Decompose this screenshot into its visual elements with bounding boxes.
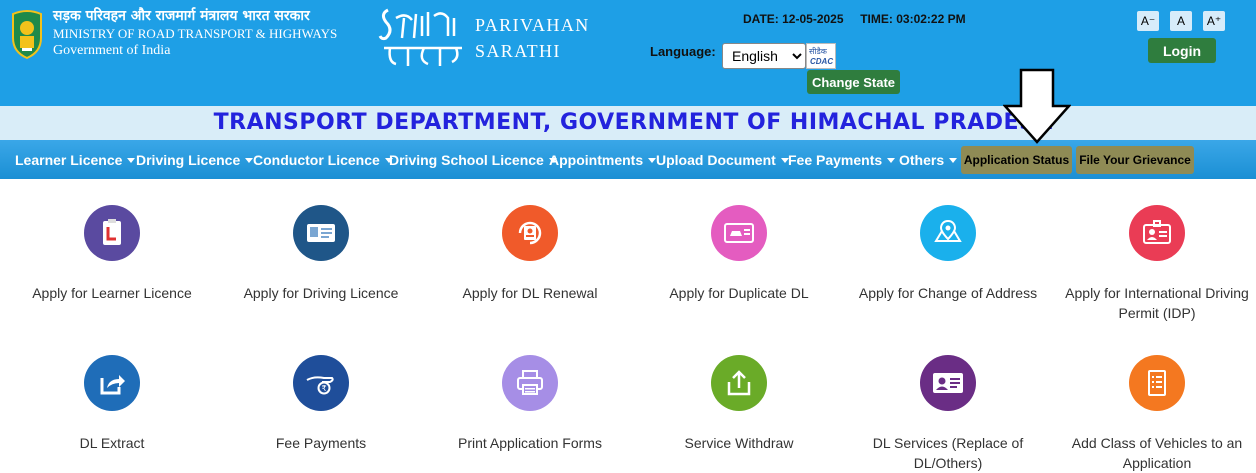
- service-apply-idp[interactable]: Apply for International Driving Permit (…: [1053, 205, 1256, 323]
- font-normal-button[interactable]: A: [1170, 11, 1192, 31]
- down-arrow-annotation-icon: [1003, 68, 1071, 144]
- service-label: Fee Payments: [275, 435, 367, 451]
- service-icon-circle: [1129, 205, 1185, 261]
- service-label: DL Extract: [79, 435, 145, 451]
- svg-text:₹: ₹: [321, 384, 326, 393]
- service-icon-circle: [84, 355, 140, 411]
- service-icon-circle: [1129, 355, 1185, 411]
- service-icon-circle: [711, 355, 767, 411]
- service-label: Apply for Change of Address: [858, 285, 1038, 301]
- nav-label: Learner Licence: [15, 152, 123, 168]
- service-label: Apply for Duplicate DL: [669, 285, 809, 301]
- font-increase-button[interactable]: A⁺: [1203, 11, 1225, 31]
- fee-payments-icon: ₹: [306, 376, 334, 395]
- dl-renewal-icon: [518, 221, 542, 245]
- government-of-india: Government of India: [53, 43, 171, 58]
- caret-down-icon: [127, 158, 136, 163]
- nav-conductor-licence[interactable]: Conductor Licence: [253, 152, 393, 168]
- service-apply-learner-licence[interactable]: Apply for Learner Licence: [8, 205, 216, 303]
- duplicate-dl-icon: [724, 223, 754, 243]
- service-print-application-forms[interactable]: Print Application Forms: [426, 355, 634, 453]
- time-label: TIME:: [860, 12, 893, 26]
- service-apply-duplicate-dl[interactable]: Apply for Duplicate DL: [635, 205, 843, 303]
- nav-label: Others: [899, 152, 945, 168]
- add-class-vehicle-icon: [1148, 370, 1166, 396]
- printer-icon: [517, 370, 543, 395]
- service-withdraw-icon: [727, 370, 751, 396]
- service-icon-circle: ₹: [293, 355, 349, 411]
- service-withdraw[interactable]: Service Withdraw: [635, 355, 843, 453]
- service-label: Apply for Learner Licence: [32, 285, 192, 301]
- cdac-hindi: सीडैक: [809, 47, 827, 56]
- service-icon-circle: [920, 355, 976, 411]
- dl-services-icon: [933, 373, 963, 393]
- service-icon-circle: [502, 205, 558, 261]
- nav-upload-document[interactable]: Upload Document: [656, 152, 789, 168]
- service-label: Print Application Forms: [458, 435, 602, 451]
- date-value: 12-05-2025: [782, 12, 844, 26]
- font-decrease-button[interactable]: A⁻: [1137, 11, 1159, 31]
- nav-driving-school-licence[interactable]: Driving School Licence: [389, 152, 557, 168]
- caret-down-icon: [648, 158, 657, 163]
- time-value: 03:02:22 PM: [896, 12, 966, 26]
- idp-icon: [1143, 220, 1171, 244]
- nav-fee-payments[interactable]: Fee Payments: [788, 152, 896, 168]
- nav-label: Appointments: [549, 152, 644, 168]
- file-grievance-button[interactable]: File Your Grievance: [1076, 146, 1194, 174]
- service-dl-extract[interactable]: DL Extract: [8, 355, 216, 453]
- nav-others[interactable]: Others: [899, 152, 958, 168]
- national-emblem-icon: [12, 10, 42, 60]
- ministry-hindi: सड़क परिवहन और राजमार्ग मंत्रालय भारत सर…: [53, 8, 310, 24]
- application-status-button[interactable]: Application Status: [961, 146, 1072, 174]
- nav-driving-licence[interactable]: Driving Licence: [136, 152, 254, 168]
- nav-label: Upload Document: [656, 152, 776, 168]
- nav-label: Fee Payments: [788, 152, 883, 168]
- brand-sarathi: SARATHI: [475, 41, 561, 61]
- service-label: Apply for DL Renewal: [462, 285, 598, 301]
- learner-licence-icon: [103, 219, 121, 245]
- caret-down-icon: [949, 158, 958, 163]
- date-label: DATE:: [743, 12, 779, 26]
- ministry-text: सड़क परिवहन और राजमार्ग मंत्रालय भारत सर…: [53, 7, 337, 59]
- nav-label: Driving Licence: [136, 152, 241, 168]
- service-apply-change-address[interactable]: Apply for Change of Address: [844, 205, 1052, 303]
- driving-licence-icon: [307, 224, 335, 242]
- service-add-class-vehicles[interactable]: Add Class of Vehicles to an Application: [1053, 355, 1256, 473]
- caret-down-icon: [887, 158, 896, 163]
- nav-label: Driving School Licence: [389, 152, 544, 168]
- change-address-icon: [934, 219, 962, 242]
- service-apply-dl-renewal[interactable]: Apply for DL Renewal: [426, 205, 634, 303]
- service-icon-circle: [84, 205, 140, 261]
- change-state-button[interactable]: Change State: [807, 70, 900, 94]
- nav-label: Conductor Licence: [253, 152, 380, 168]
- service-icon-circle: [920, 205, 976, 261]
- ministry-english: MINISTRY OF ROAD TRANSPORT & HIGHWAYS: [53, 26, 338, 41]
- service-icon-circle: [711, 205, 767, 261]
- cdac-english: CDAC: [810, 57, 834, 66]
- service-fee-payments[interactable]: ₹ Fee Payments: [217, 355, 425, 453]
- service-label: Apply for Driving Licence: [243, 285, 399, 301]
- service-label: Service Withdraw: [684, 435, 794, 451]
- nav-appointments[interactable]: Appointments: [549, 152, 657, 168]
- nav-learner-licence[interactable]: Learner Licence: [15, 152, 136, 168]
- service-label: DL Services (Replace of DL/Others): [872, 435, 1024, 471]
- service-dl-services[interactable]: DL Services (Replace of DL/Others): [844, 355, 1052, 473]
- language-select[interactable]: English: [722, 43, 806, 69]
- service-icon-circle: [502, 355, 558, 411]
- service-apply-driving-licence[interactable]: Apply for Driving Licence: [217, 205, 425, 303]
- main-nav: Learner Licence Driving Licence Conducto…: [0, 140, 1256, 179]
- sarathi-logo-icon: [378, 8, 462, 66]
- service-icon-circle: [293, 205, 349, 261]
- cdac-logo: सीडैक CDAC: [806, 43, 836, 69]
- date-time-display: DATE: 12-05-2025 TIME: 03:02:22 PM: [743, 12, 966, 26]
- brand-name: PARIVAHAN SARATHI: [475, 12, 590, 64]
- service-label: Add Class of Vehicles to an Application: [1071, 435, 1243, 471]
- brand-parivahan: PARIVAHAN: [475, 15, 590, 35]
- dl-extract-icon: [100, 375, 125, 395]
- service-label: Apply for International Driving Permit (…: [1065, 285, 1249, 321]
- language-label: Language:: [650, 44, 716, 59]
- login-button[interactable]: Login: [1148, 38, 1216, 63]
